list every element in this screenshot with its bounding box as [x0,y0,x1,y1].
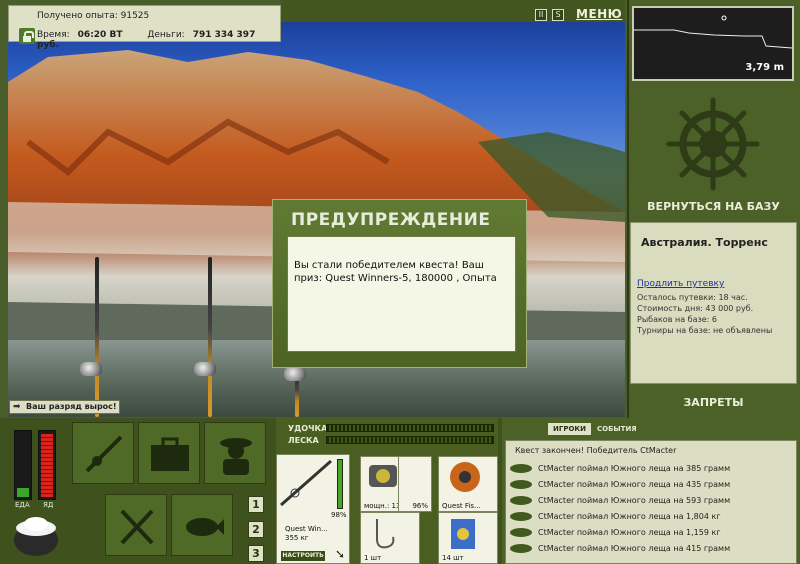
tackle-box-icon [151,437,189,471]
event-text: CtMacter поймал Южного леща на 1,804 кг [538,512,721,521]
rod-label: УДОЧКА [288,424,328,433]
day-cost: Стоимость дня: 43 000 руб. [637,304,754,313]
food-tile[interactable] [105,494,167,556]
event-row: CtMacter поймал Южного леща на 593 грамм [508,493,796,508]
time-label: Время: [37,30,70,40]
time-value: 06:20 ВТ [77,30,123,40]
return-to-base-button[interactable]: ВЕРНУТЬСЯ НА БАЗУ [627,200,800,213]
bait-image [451,519,475,549]
menu-button[interactable]: МЕНЮ [576,7,622,21]
tab-2-button[interactable]: 2 [248,521,264,538]
money-label: Деньги: [147,30,185,40]
poison-meter [38,430,56,500]
location-panel: Австралия. Торренс Продлить путевку Оста… [630,222,797,384]
bait-count: 14 шт [442,554,464,562]
lock-icon[interactable] [19,28,35,44]
event-text: CtMacter поймал Южного леща на 1,159 кг [538,528,721,537]
event-row: CtMacter поймал Южного леща на 385 грамм [508,461,796,476]
fishing-rod-1[interactable] [95,257,99,417]
rods-tile[interactable] [72,422,134,484]
fishers-on-base: Рыбаков на базе: 6 [637,315,717,324]
tournaments-status: Турниры на базе: не объявлены [637,326,773,335]
depth-value: 3,79 m [745,62,784,73]
tab-players[interactable]: ИГРОКИ [548,423,591,435]
fish-icon [186,518,224,536]
experience-line: Получено опыта: 91525 [37,11,149,21]
rod-image [280,459,332,507]
reel-durability: 96% [398,456,432,512]
rod-name: Quest Win... 355 кг [285,525,328,542]
tab-events[interactable]: СОБЫТИЯ [597,423,637,435]
rod-slot[interactable]: 98% Quest Win... 355 кг НАСТРОИТЬ ➘ [276,454,350,564]
reel-icon [80,362,102,376]
warning-dialog: ПРЕДУПРЕЖДЕНИЕ Вы стали победителем квес… [272,199,527,368]
fish-icon [510,512,532,521]
fork-knife-icon [120,509,154,545]
hook-image [376,519,395,549]
experience-value: 91525 [120,11,150,21]
event-row: CtMacter поймал Южного леща на 415 грамм [508,541,796,556]
reel-icon [284,367,306,381]
tackle-box-tile[interactable] [138,422,200,484]
line-tension-bar [326,436,494,444]
fish-icon [510,528,532,537]
rod-tool-icon [85,435,123,473]
line-label: ЛЕСКА [288,436,319,445]
sound-button[interactable]: S [552,9,564,21]
event-row: CtMacter поймал Южного леща на 1,159 кг [508,525,796,540]
arrow-down-right-icon[interactable]: ➘ [335,547,345,561]
event-row: CtMacter поймал Южного леща на 1,804 кг [508,509,796,524]
permit-remaining: Осталось путевки: 18 час. [637,293,748,302]
tune-button[interactable]: НАСТРОИТЬ [281,551,325,561]
location-title: Австралия. Торренс [641,236,768,249]
food-meter-fill [17,488,29,497]
top-strip [281,0,625,22]
status-panel: Получено опыта: 91525 Время: 06:20 ВТ Ден… [8,5,281,50]
dialog-message: Вы стали победителем квеста! Ваш приз: Q… [287,236,516,352]
experience-label: Получено опыта: [37,11,118,21]
pot-icon[interactable] [10,510,62,558]
event-text: CtMacter поймал Южного леща на 385 грамм [538,464,731,473]
food-label: ЕДА [15,501,30,509]
event-row: CtMacter поймал Южного леща на 435 грамм [508,477,796,492]
depth-chart: 3,79 m [632,6,794,81]
tab-3-button[interactable]: 3 [248,545,264,562]
time-money-line: Время: 06:20 ВТ Деньги: 791 334 397 руб. [37,30,280,50]
fishing-rod-2[interactable] [208,257,212,417]
hook-count: 1 шт [364,554,382,562]
fish-tile[interactable] [171,494,233,556]
event-text: CtMacter поймал Южного леща на 435 грамм [538,480,731,489]
fisherman-icon [220,438,252,475]
event-text: CtMacter поймал Южного леща на 415 грамм [538,544,731,553]
fish-icon [510,544,532,553]
line-spool-image [450,462,480,492]
fish-icon [510,464,532,473]
extend-permit-link[interactable]: Продлить путевку [637,279,724,289]
hook-slot[interactable]: 1 шт [360,512,420,564]
fish-icon [510,496,532,505]
bans-button[interactable]: ЗАПРЕТЫ [627,396,800,409]
ship-wheel-icon[interactable] [665,96,761,192]
fish-icon [510,480,532,489]
tab-1-button[interactable]: 1 [248,496,264,513]
pause-button[interactable]: II [535,9,547,21]
dialog-title: ПРЕДУПРЕЖДЕНИЕ [291,210,491,230]
reel-icon [194,362,216,376]
poison-label: ЯД [43,501,54,509]
line-slot[interactable]: Quest Fis... [438,456,498,512]
rod-durability-pct: 98% [331,511,347,519]
bait-slot[interactable]: 14 шт [438,512,498,564]
rod-tension-bar [326,424,494,432]
poison-meter-fill [41,434,53,497]
fisherman-tile[interactable] [204,422,266,484]
rank-up-toast[interactable]: Ваш разряд вырос! [9,400,120,414]
event-text: CtMacter поймал Южного леща на 593 грамм [538,496,731,505]
rod-durability-bar [337,459,343,509]
food-meter [14,430,32,500]
events-title: Квест закончен! Победитель CtMacter [515,446,677,455]
line-name: Quest Fis... [442,502,481,510]
reel-durability-pct: 96% [412,502,428,510]
